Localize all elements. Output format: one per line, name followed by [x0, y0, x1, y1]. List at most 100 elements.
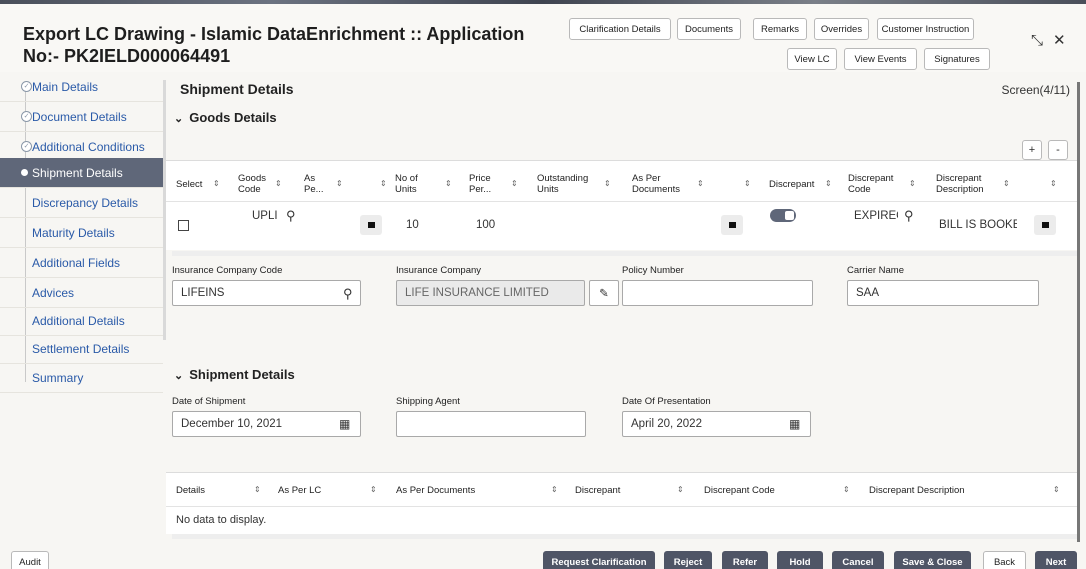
sidebar-item-label: Discrepancy Details — [32, 195, 139, 210]
sort-icon[interactable]: ⇕ — [909, 179, 916, 188]
signatures-button[interactable]: Signatures — [924, 48, 990, 70]
sort-icon[interactable]: ⇕ — [843, 485, 850, 494]
column-header-outstanding-units[interactable]: Outstanding Units — [537, 173, 599, 195]
column-header-select[interactable]: Select — [176, 179, 202, 190]
sidebar-item-main-details[interactable]: ✓ Main Details — [0, 72, 163, 102]
main-content: Shipment Details Screen(4/11) ⌄ Goods Det… — [166, 72, 1078, 542]
column-header-as-per-documents[interactable]: As Per Documents — [632, 173, 686, 195]
insurance-company-code-input[interactable]: LIFEINS ⚲ — [172, 280, 361, 306]
column-header-no-of-units[interactable]: No of Units — [395, 173, 429, 195]
flag-icon[interactable] — [721, 215, 743, 235]
discrepant-code-value[interactable]: EXPIREC — [854, 210, 898, 222]
sort-icon[interactable]: ⇕ — [213, 179, 220, 188]
sort-icon[interactable]: ⇕ — [744, 179, 751, 188]
sidebar-item-additional-fields[interactable]: Additional Fields — [0, 248, 163, 278]
documents-button[interactable]: Documents — [677, 18, 741, 40]
sort-icon[interactable]: ⇕ — [1050, 179, 1057, 188]
sidebar-item-summary[interactable]: Summary — [0, 363, 163, 393]
hold-button[interactable]: Hold — [777, 551, 823, 569]
sidebar-item-maturity-details[interactable]: Maturity Details — [0, 218, 163, 248]
chevron-down-icon: ⌄ — [174, 113, 184, 125]
column-header-discrepant-code[interactable]: Discrepant Code — [848, 173, 900, 195]
request-clarification-button[interactable]: Request Clarification — [543, 551, 655, 569]
sort-icon[interactable]: ⇕ — [254, 485, 261, 494]
column-header-details[interactable]: Details — [176, 485, 205, 496]
goods-code-value[interactable]: UPLI — [252, 210, 278, 222]
check-icon: ✓ — [21, 141, 32, 152]
sort-icon[interactable]: ⇕ — [697, 179, 704, 188]
view-events-button[interactable]: View Events — [844, 48, 917, 70]
sidebar-item-label: Summary — [32, 370, 84, 385]
customer-instruction-button[interactable]: Customer Instruction — [877, 18, 974, 40]
goods-details-header[interactable]: ⌄ Goods Details — [174, 110, 277, 125]
shipping-agent-input[interactable] — [396, 411, 586, 437]
column-header-discrepant[interactable]: Discrepant — [575, 485, 620, 496]
shipment-details-header[interactable]: ⌄ Shipment Details — [174, 367, 295, 382]
row-select-checkbox[interactable] — [178, 220, 189, 231]
back-button[interactable]: Back — [983, 551, 1026, 569]
sort-icon[interactable]: ⇕ — [336, 179, 343, 188]
shipment-horizontal-scrollbar[interactable] — [172, 534, 1078, 539]
sort-icon[interactable]: ⇕ — [445, 179, 452, 188]
flag-icon[interactable] — [360, 215, 382, 235]
search-icon[interactable]: ⚲ — [343, 286, 353, 302]
search-icon[interactable]: ⚲ — [286, 208, 296, 224]
save-close-button[interactable]: Save & Close — [894, 551, 971, 569]
view-lc-button[interactable]: View LC — [787, 48, 837, 70]
sidebar-item-document-details[interactable]: ✓ Document Details — [0, 102, 163, 132]
date-of-presentation-label: Date Of Presentation — [622, 396, 711, 407]
next-button[interactable]: Next — [1035, 551, 1077, 569]
sidebar-item-discrepancy-details[interactable]: Discrepancy Details — [0, 188, 163, 218]
calendar-icon[interactable]: ▦ — [339, 417, 350, 431]
sort-icon[interactable]: ⇕ — [370, 485, 377, 494]
sidebar-item-label: Maturity Details — [32, 225, 115, 240]
check-icon: ✓ — [21, 111, 32, 122]
goods-horizontal-scrollbar[interactable] — [172, 251, 1078, 256]
sort-icon[interactable]: ⇕ — [604, 179, 611, 188]
sidebar-item-additional-details[interactable]: Additional Details — [0, 306, 163, 336]
flag-icon[interactable] — [1034, 215, 1056, 235]
sort-icon[interactable]: ⇕ — [551, 485, 558, 494]
column-header-discrepant[interactable]: Discrepant — [769, 179, 814, 190]
column-header-discrepant-code[interactable]: Discrepant Code — [704, 485, 775, 496]
sort-icon[interactable]: ⇕ — [1053, 485, 1060, 494]
column-header-discrepant-description[interactable]: Discrepant Description — [869, 485, 965, 496]
clarification-details-button[interactable]: Clarification Details — [569, 18, 671, 40]
sidebar-item-advices[interactable]: Advices — [0, 278, 163, 308]
cancel-button[interactable]: Cancel — [832, 551, 884, 569]
sort-icon[interactable]: ⇕ — [1003, 179, 1010, 188]
sort-icon[interactable]: ⇕ — [677, 485, 684, 494]
sort-icon[interactable]: ⇕ — [825, 179, 832, 188]
discrepant-toggle[interactable] — [770, 209, 796, 222]
main-vertical-scrollbar[interactable] — [1076, 72, 1082, 542]
reject-button[interactable]: Reject — [664, 551, 712, 569]
restore-icon[interactable]: ⤡ — [1031, 32, 1043, 49]
sidebar-item-shipment-details[interactable]: Shipment Details — [0, 158, 163, 188]
current-step-icon — [21, 169, 28, 176]
column-header-discrepant-description[interactable]: Discrepant Description — [936, 173, 994, 195]
document-lookup-icon[interactable]: ✎ — [589, 280, 619, 306]
column-header-as-per-lc[interactable]: As Per LC — [278, 485, 321, 496]
sort-icon[interactable]: ⇕ — [275, 179, 282, 188]
refer-button[interactable]: Refer — [722, 551, 768, 569]
policy-number-input[interactable] — [622, 280, 813, 306]
carrier-name-input[interactable]: SAA — [847, 280, 1039, 306]
insurance-company-code-label: Insurance Company Code — [172, 265, 283, 276]
close-icon[interactable]: ✕ — [1053, 31, 1066, 49]
remove-row-button[interactable]: - — [1048, 140, 1068, 160]
sort-icon[interactable]: ⇕ — [380, 179, 387, 188]
column-header-as-per[interactable]: As Pe... — [304, 173, 324, 195]
column-header-price-per[interactable]: Price Per... — [469, 173, 501, 195]
date-of-shipment-input[interactable]: December 10, 2021 ▦ — [172, 411, 361, 437]
calendar-icon[interactable]: ▦ — [789, 417, 800, 431]
remarks-button[interactable]: Remarks — [753, 18, 807, 40]
overrides-button[interactable]: Overrides — [814, 18, 869, 40]
column-header-as-per-documents[interactable]: As Per Documents — [396, 485, 475, 496]
date-of-presentation-input[interactable]: April 20, 2022 ▦ — [622, 411, 811, 437]
add-row-button[interactable]: + — [1022, 140, 1042, 160]
sort-icon[interactable]: ⇕ — [511, 179, 518, 188]
search-icon[interactable]: ⚲ — [904, 208, 914, 224]
sidebar-item-settlement-details[interactable]: Settlement Details — [0, 334, 163, 364]
column-header-goods-code[interactable]: Goods Code — [238, 173, 268, 195]
audit-button[interactable]: Audit — [11, 551, 49, 569]
